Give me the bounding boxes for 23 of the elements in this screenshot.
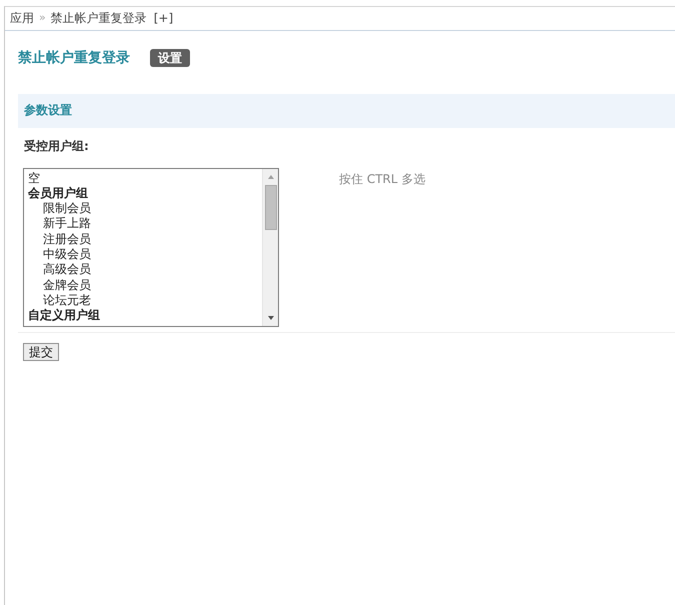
settings-tab[interactable]: 设置	[150, 49, 190, 67]
listbox-option[interactable]: 高级会员	[28, 262, 262, 278]
listbox-option[interactable]: 新手上路	[28, 216, 262, 232]
field-label: 受控用户组:	[24, 139, 89, 155]
listbox-option[interactable]: 空	[28, 170, 262, 186]
submit-button[interactable]: 提交	[23, 342, 59, 361]
listbox-option[interactable]: 限制会员	[28, 201, 262, 216]
listbox-option[interactable]: 论坛元老	[28, 292, 262, 308]
option-group-label: 自定义用户组	[28, 308, 101, 324]
breadcrumb-link[interactable]: 禁止帐户重复登录	[50, 10, 147, 26]
breadcrumb-separator: »	[39, 11, 46, 26]
page-title: 禁止帐户重复登录	[18, 48, 130, 68]
hint-text: 按住 CTRL 多选	[339, 172, 426, 188]
breadcrumb-link[interactable]: 应用	[10, 10, 34, 26]
section-title: 参数设置	[24, 103, 72, 119]
scrollbar-thumb[interactable]	[264, 184, 276, 230]
scrollbar[interactable]	[262, 168, 278, 326]
option-group-label: 会员用户组	[28, 186, 89, 202]
add-shortcut-link[interactable]: [+]	[154, 10, 174, 26]
listbox-option[interactable]: 中级会员	[28, 247, 262, 262]
user-group-listbox[interactable]: 空 会员用户组 限制会员 新手上路 注册会员 中级会员 高级会员 金牌会员 论坛元老 自定义用户组	[23, 168, 279, 327]
listbox-option[interactable]: 金牌会员	[28, 278, 262, 293]
listbox-option[interactable]: 注册会员	[28, 232, 262, 248]
